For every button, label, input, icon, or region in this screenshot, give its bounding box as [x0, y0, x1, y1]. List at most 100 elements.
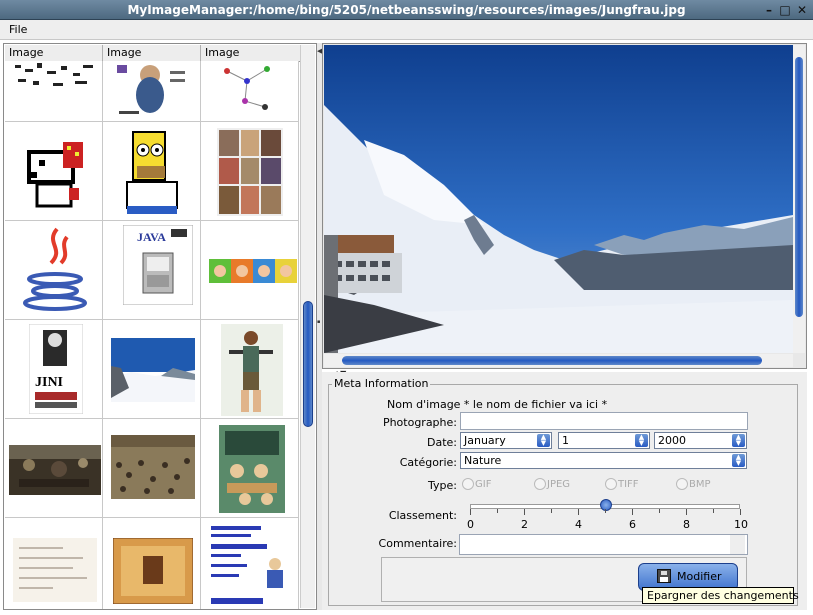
jini-thumbnail: JINI [29, 324, 83, 414]
year-value: 2000 [658, 434, 686, 447]
type-radio-bmp[interactable]: BMP [676, 478, 711, 490]
thumbnail-cell[interactable] [103, 122, 201, 221]
poster-thumbnail [115, 61, 189, 119]
svg-text:JAVA: JAVA [137, 230, 166, 244]
thumbnail-cell[interactable] [201, 61, 299, 122]
month-select[interactable]: January ▲ ▼ [460, 432, 552, 449]
viewer-vertical-scrollbar[interactable] [793, 45, 805, 353]
jungfrau-image [324, 45, 793, 353]
rating-tick [713, 509, 714, 513]
rating-slider-thumb[interactable] [600, 499, 612, 511]
thumbnail-scrollbar[interactable] [300, 45, 315, 608]
column-header-1[interactable]: Image [5, 45, 103, 61]
type-jpeg-label: JPEG [547, 479, 571, 490]
rating-tick [470, 509, 471, 515]
thumbnail-cell[interactable]: JINI [5, 320, 103, 419]
diagram-thumbnail [13, 61, 99, 91]
type-radio-jpeg[interactable]: JPEG [534, 478, 570, 490]
column-header-2[interactable]: Image [103, 45, 201, 61]
svg-text:JINI: JINI [35, 375, 63, 390]
viewer-vertical-scroll-thumb[interactable] [795, 57, 803, 317]
category-label: Catégorie: [399, 456, 457, 469]
modify-tooltip: Epargner des changements [642, 587, 799, 604]
thumbnail-cell[interactable] [103, 61, 201, 122]
type-gif-label: GIF [475, 479, 492, 490]
comment-scrollbar[interactable] [730, 535, 745, 554]
thumbnail-cell[interactable] [103, 419, 201, 518]
thumbnail-cell[interactable] [5, 61, 103, 122]
rating-tick-label: 0 [467, 518, 474, 531]
viewer-horizontal-scroll-thumb[interactable] [342, 356, 762, 365]
modify-button-label: Modifier [677, 570, 722, 583]
floppy-disk-icon [657, 569, 671, 583]
day-value: 1 [562, 434, 569, 447]
rating-tick [632, 509, 633, 515]
type-radio-gif[interactable]: GIF [462, 478, 491, 490]
meta-information-panel: Meta Information Nom d'image * le nom de… [322, 372, 807, 610]
radio-icon [534, 478, 546, 490]
rating-tick-label: 6 [629, 518, 636, 531]
rating-tick [551, 509, 552, 513]
maximize-icon[interactable]: □ [778, 3, 792, 17]
menu-file[interactable]: File [9, 23, 27, 36]
thumbnail-cell[interactable] [201, 221, 299, 320]
java-logo-thumbnail [15, 223, 95, 317]
handwritten-note-thumbnail [13, 538, 97, 602]
type-label: Type: [428, 479, 457, 492]
date-label: Date: [427, 436, 457, 449]
rating-tick-label: 10 [734, 518, 748, 531]
type-radio-tiff[interactable]: TIFF [605, 478, 639, 490]
thumbnail-cell[interactable] [5, 221, 103, 320]
thumbnail-cell[interactable] [5, 419, 103, 518]
thumbnail-cell[interactable] [201, 518, 299, 609]
comment-field[interactable] [459, 534, 748, 555]
rating-tick [578, 509, 579, 515]
image-viewer[interactable] [322, 43, 807, 369]
category-select[interactable]: Nature ▲ ▼ [460, 452, 747, 469]
thumbnail-cell[interactable] [201, 419, 299, 518]
chevron-updown-icon[interactable]: ▲ ▼ [537, 434, 550, 447]
type-bmp-label: BMP [689, 479, 711, 490]
table-header: Image Image Image [5, 45, 301, 62]
thumbnail-cell[interactable] [5, 122, 103, 221]
image-name-label: Nom d'image * le nom de fichier va ici * [387, 398, 608, 411]
radio-icon [605, 478, 617, 490]
window-title-bar[interactable]: MyImageManager:/home/bing/5205/netbeanss… [0, 0, 813, 20]
thumbnail-cell[interactable] [201, 122, 299, 221]
rating-tick-label: 2 [521, 518, 528, 531]
radio-icon [676, 478, 688, 490]
photographer-label: Photographe: [382, 416, 457, 429]
thumbnail-scroll-thumb[interactable] [303, 301, 313, 427]
chevron-updown-icon[interactable]: ▲ ▼ [732, 434, 745, 447]
graph-thumbnail [217, 61, 283, 119]
rating-tick [686, 509, 687, 515]
rating-tick [524, 509, 525, 515]
chevron-updown-icon[interactable]: ▲ ▼ [732, 454, 745, 467]
viewer-horizontal-scrollbar[interactable] [324, 354, 793, 367]
thumbnail-cell[interactable] [201, 320, 299, 419]
old-document-thumbnail [113, 538, 193, 604]
rating-tick-label: 4 [575, 518, 582, 531]
meta-legend: Meta Information [332, 377, 431, 390]
rating-tick [497, 509, 498, 513]
photographer-field[interactable] [460, 412, 748, 430]
year-select[interactable]: 2000 ▲ ▼ [654, 432, 747, 449]
battle-scene-thumbnail [9, 445, 101, 495]
column-header-3[interactable]: Image [201, 45, 301, 61]
menu-bar: File [0, 20, 813, 40]
thumbnail-cell[interactable] [103, 518, 201, 609]
rating-tick [659, 509, 660, 513]
minimize-icon[interactable]: – [762, 3, 776, 17]
month-value: January [464, 434, 506, 447]
day-select[interactable]: 1 ▲ ▼ [558, 432, 650, 449]
thumbnail-cell[interactable]: JAVA [103, 221, 201, 320]
close-icon[interactable]: ✕ [795, 3, 809, 17]
thumbnail-cell[interactable] [5, 518, 103, 609]
comment-label: Commentaire: [378, 537, 457, 550]
thumbnail-cell[interactable] [103, 320, 201, 419]
thumbnail-table[interactable]: Image Image Image JAVA JINI [3, 43, 317, 610]
rating-label: Classement: [388, 509, 457, 522]
collage-thumbnail [217, 128, 283, 216]
rating-tick [740, 509, 741, 515]
chevron-updown-icon[interactable]: ▲ ▼ [635, 434, 648, 447]
